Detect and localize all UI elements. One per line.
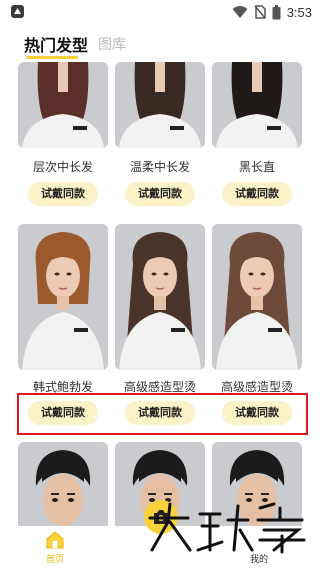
no-sim-icon [254, 5, 266, 19]
status-time: 3:53 [286, 4, 312, 20]
app-logo-icon [11, 5, 24, 18]
try-on-button[interactable]: 试戴同款 [222, 182, 292, 206]
hairstyle-grid: 层次中长发 试戴同款 温柔中长发 试戴同款 黑长直 试戴同款 韩式鲍勃发 试戴同款 高级感造型烫… [0, 62, 320, 540]
try-on-button[interactable]: 试戴同款 [28, 182, 98, 206]
hairstyle-preview-image[interactable] [212, 62, 302, 148]
portrait-illustration [216, 232, 298, 370]
home-icon [46, 531, 64, 549]
tab-bar: 热门发型 图库 [0, 28, 320, 62]
nav-mine[interactable]: 我的 [250, 552, 268, 565]
portrait-illustration [119, 232, 201, 370]
tab-popular-hairstyles[interactable]: 热门发型 [24, 32, 88, 56]
portrait-illustration [22, 62, 104, 148]
camera-button[interactable] [144, 500, 178, 534]
hairstyle-preview-image[interactable] [115, 224, 205, 370]
highlight-box [17, 393, 308, 435]
hairstyle-preview-image[interactable] [18, 62, 108, 148]
hairstyle-preview-image[interactable] [212, 224, 302, 370]
battery-icon [272, 4, 281, 19]
hairstyle-title: 黑长直 [238, 160, 275, 174]
camera-icon [154, 510, 168, 524]
tab-gallery[interactable]: 图库 [98, 34, 126, 54]
nav-home[interactable]: 首页 [40, 530, 70, 565]
portrait-illustration [22, 232, 104, 370]
try-on-button[interactable]: 试戴同款 [125, 182, 195, 206]
hairstyle-preview-image[interactable] [18, 224, 108, 370]
hairstyle-title: 温柔中长发 [129, 160, 190, 174]
nav-home-label: 首页 [45, 555, 64, 565]
hairstyle-preview-image[interactable] [115, 62, 205, 148]
portrait-illustration [119, 62, 201, 148]
status-bar: 3:53 [0, 0, 320, 24]
wifi-icon [232, 6, 248, 18]
portrait-illustration [216, 62, 298, 148]
active-tab-indicator [26, 56, 78, 59]
hairstyle-title: 层次中长发 [32, 160, 93, 174]
